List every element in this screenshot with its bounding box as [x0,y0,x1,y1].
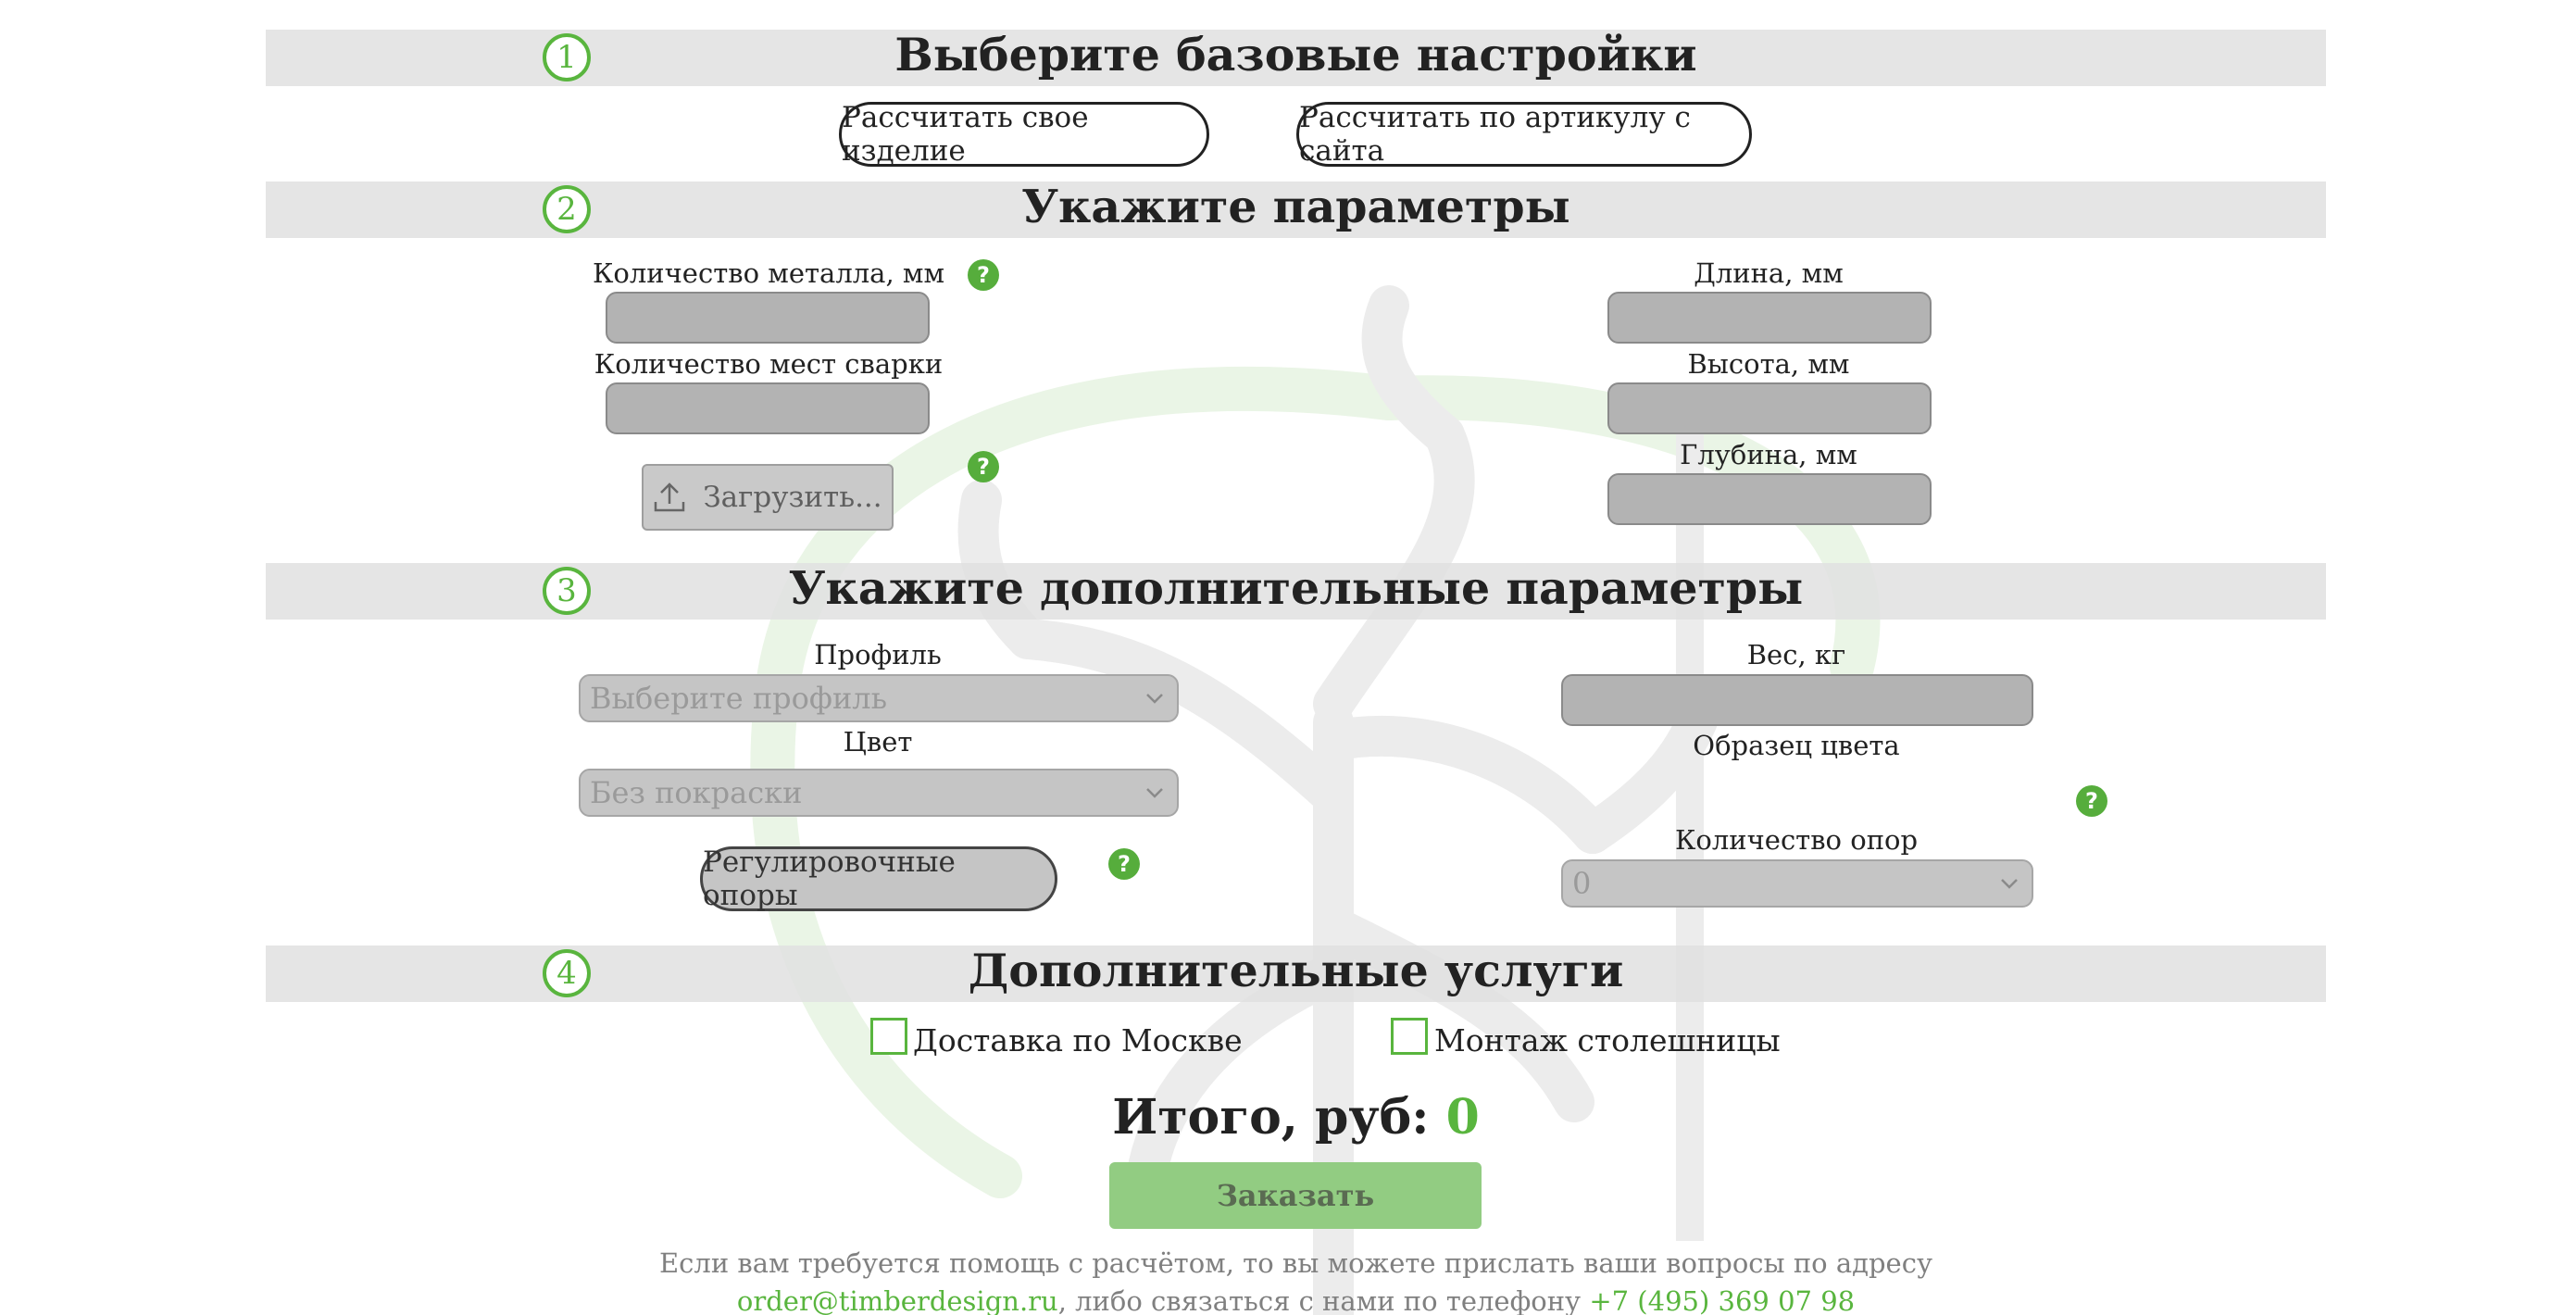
height-label: Высота, мм [1687,348,1850,380]
upload-icon [655,482,685,512]
mounting-checkbox[interactable] [1391,1018,1428,1055]
weight-input[interactable] [1561,674,2033,726]
height-input[interactable] [1607,382,1932,434]
upload-help-icon[interactable]: ? [968,451,999,482]
upload-file-button[interactable]: Загрузить... [642,464,894,531]
depth-input[interactable] [1607,473,1932,525]
email-link[interactable]: order@timberdesign.ru [737,1285,1058,1315]
mounting-label: Монтаж столешницы [1434,1022,1781,1058]
calc-own-product-button[interactable]: Рассчитать свое изделие [839,101,1209,168]
help-note-line1: Если вам требуется помощь с расчётом, то… [658,1247,1933,1279]
help-note-line2: order@timberdesign.ru, либо связаться с … [266,1285,2326,1315]
chevron-down-icon [1146,694,1163,704]
total-value: 0 [1445,1089,1480,1146]
metal-amount-input[interactable] [606,292,930,344]
supports-count-label: Количество опор [1674,824,1919,856]
length-input[interactable] [1607,292,1932,344]
supports-count-select[interactable]: 0 [1561,859,2033,908]
weld-count-label: Количество мест сварки [594,348,944,380]
section-title-extra-parameters: Укажите дополнительные параметры [788,561,1804,615]
profile-select[interactable]: Выберите профиль [579,674,1179,722]
length-label: Длина, мм [1694,257,1844,289]
color-sample-label: Образец цвета [1693,730,1900,761]
depth-label: Глубина, мм [1680,439,1857,470]
section-title-parameters: Укажите параметры [1021,180,1570,233]
color-label: Цвет [843,726,913,758]
chevron-down-icon [1146,788,1163,798]
metal-help-icon[interactable]: ? [968,259,999,291]
metal-amount-label: Количество металла, мм [592,257,945,289]
weight-label: Вес, кг [1746,639,1846,670]
total-line: Итого, руб: 0 [266,1089,2326,1146]
section-title-base-settings: Выберите базовые настройки [894,28,1697,81]
color-selected-value: Без покраски [590,775,803,810]
help-note-middle: , либо связаться с нами по телефону [1057,1285,1590,1315]
phone-link[interactable]: +7 (495) 369 07 98 [1589,1285,1855,1315]
profile-selected-value: Выберите профиль [590,681,888,716]
chevron-down-icon [2001,879,2018,889]
calc-by-article-button[interactable]: Рассчитать по артикулу с сайта [1296,101,1752,168]
adjustable-supports-button[interactable]: Регулировочные опоры [700,845,1057,912]
weld-count-input[interactable] [606,382,930,434]
calculator-page: 1 Выберите базовые настройки Рассчитать … [0,0,2576,1315]
order-button[interactable]: Заказать [1109,1162,1482,1229]
profile-label: Профиль [814,639,942,670]
total-label: Итого, руб: [1112,1089,1430,1146]
color-sample-help-icon[interactable]: ? [2076,785,2107,817]
supports-count-selected-value: 0 [1572,866,1592,901]
delivery-checkbox[interactable] [870,1018,907,1055]
delivery-label: Доставка по Москве [913,1022,1243,1058]
section-title-extra-services: Дополнительные услуги [968,944,1624,997]
upload-button-label: Загрузить... [703,481,882,514]
supports-help-icon[interactable]: ? [1108,848,1140,880]
color-select[interactable]: Без покраски [579,769,1179,817]
